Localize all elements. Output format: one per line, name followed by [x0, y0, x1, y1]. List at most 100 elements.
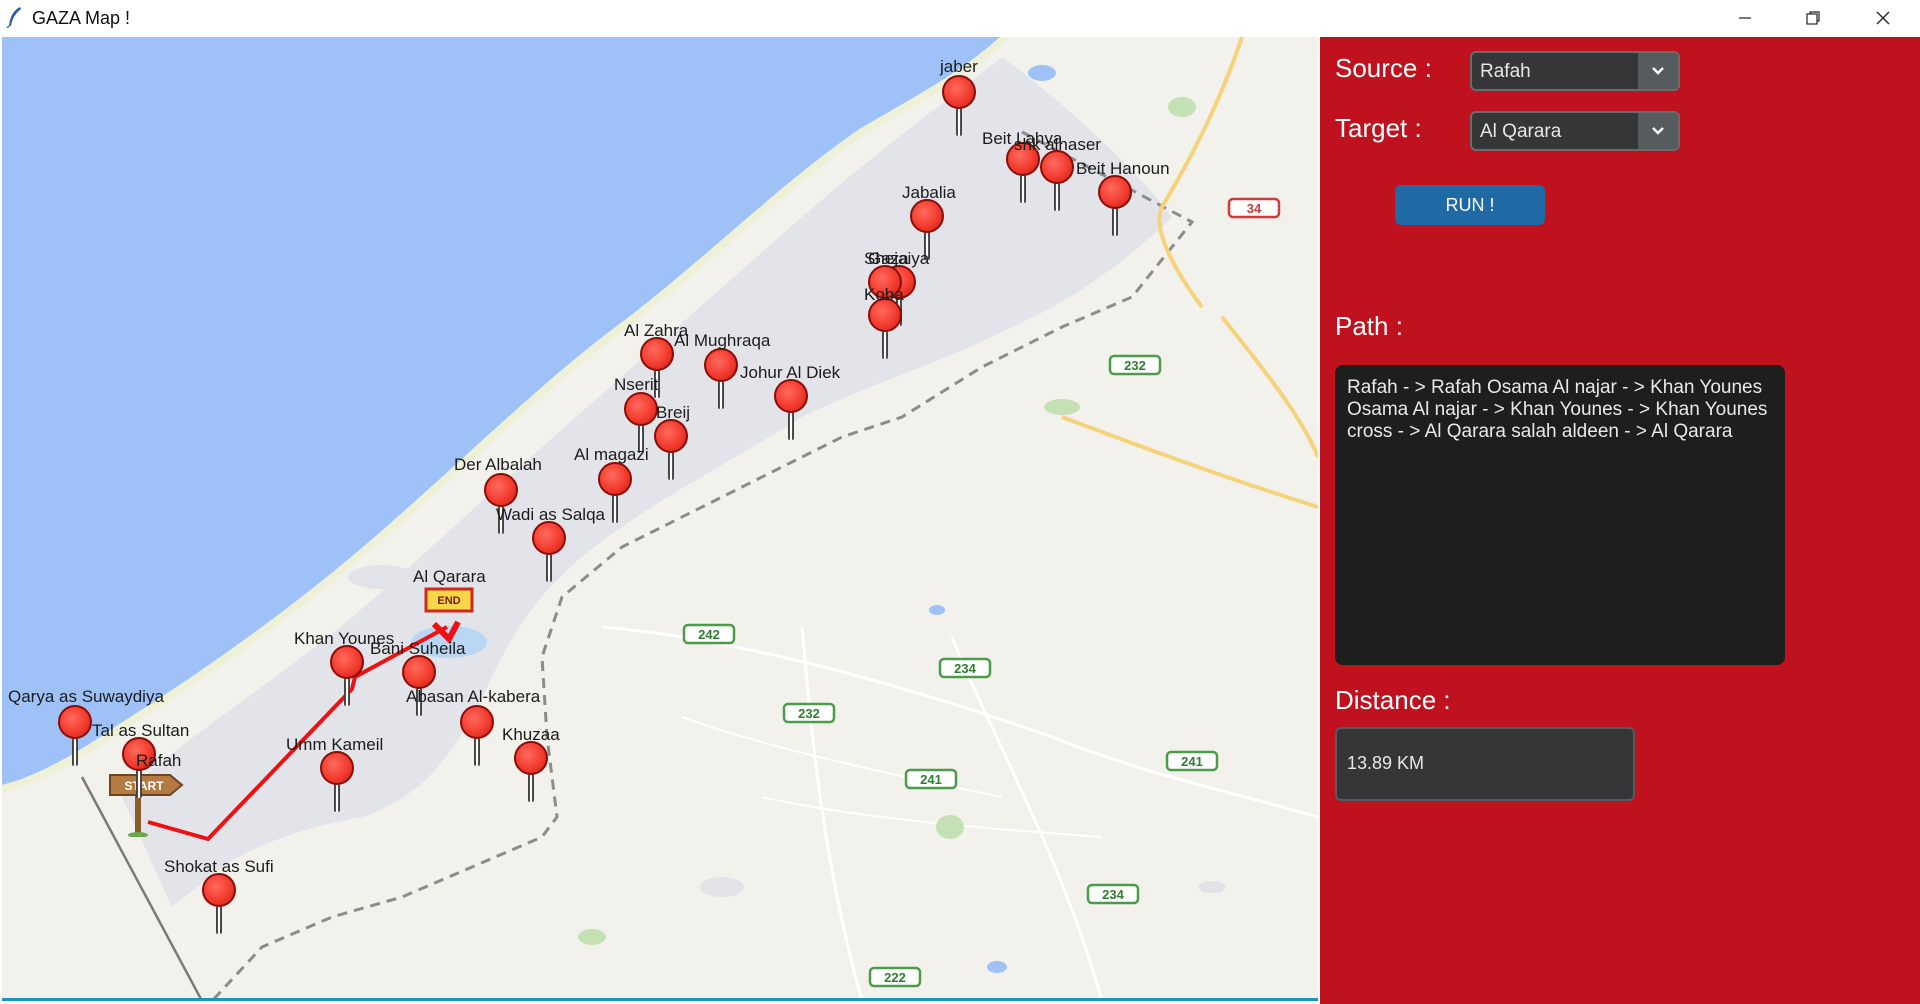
chevron-down-icon	[1652, 67, 1664, 75]
marker-pin-icon	[58, 705, 92, 739]
marker-stem	[1020, 175, 1026, 203]
location-marker[interactable]	[318, 751, 356, 812]
distance-field[interactable]: 13.89 KM	[1335, 727, 1635, 801]
marker-pin-icon	[514, 741, 548, 775]
marker-label: Der Albalah	[454, 455, 542, 474]
marker-stem	[956, 108, 962, 136]
road-badge-label: 241	[920, 772, 942, 787]
marker-pin-icon	[910, 199, 944, 233]
road-badge-label: 241	[1181, 754, 1203, 769]
distance-label: Distance :	[1335, 685, 1451, 715]
source-dropdown-button[interactable]	[1638, 53, 1678, 89]
marker-stem	[1054, 183, 1060, 211]
target-label: Target :	[1335, 113, 1422, 143]
path-textbox[interactable]: Rafah - > Rafah Osama Al najar - > Khan …	[1335, 365, 1785, 665]
road-badge-label: 234	[954, 661, 976, 676]
target-combobox[interactable]: Al Qarara	[1470, 111, 1680, 151]
road-badge-label: 234	[1102, 887, 1124, 902]
marker-stem	[216, 906, 222, 934]
marker-stem	[612, 495, 618, 523]
location-marker[interactable]	[512, 741, 550, 802]
marker-label: Umm Kameil	[286, 735, 384, 754]
location-marker[interactable]	[866, 298, 904, 359]
location-marker[interactable]	[652, 419, 690, 480]
target-dropdown-button[interactable]	[1638, 113, 1678, 149]
minimize-icon	[1739, 17, 1751, 19]
marker-pin-icon	[402, 655, 436, 689]
close-icon	[1876, 11, 1890, 25]
road-badge-label: 34	[1247, 201, 1262, 216]
marker-label: Al Qarara	[413, 567, 486, 586]
marker-stem	[72, 738, 78, 766]
path-text: Rafah - > Rafah Osama Al najar - > Khan …	[1347, 377, 1768, 442]
marker-label: Qarya as Suwaydiya	[8, 687, 164, 706]
marker-pin-icon	[654, 419, 688, 453]
restore-icon	[1806, 11, 1820, 25]
marker-label: Shokat as Sufi	[164, 857, 274, 876]
location-marker[interactable]	[530, 521, 568, 582]
marker-stem	[788, 412, 794, 440]
marker-stem	[344, 678, 350, 706]
marker-label: Wadi as Salqa	[496, 505, 605, 524]
marker-stem	[136, 770, 142, 798]
marker-stem	[334, 784, 340, 812]
marker-label: Gaza	[868, 249, 909, 268]
location-marker[interactable]	[56, 705, 94, 766]
window-title: GAZA Map !	[32, 8, 131, 28]
road-badge: 34 232 242 234 232 241 241 234 222	[682, 197, 1281, 988]
marker-pin-icon	[330, 645, 364, 679]
control-panel: Source : Rafah Target : Al Qarara RUN ! …	[1320, 37, 1920, 1004]
marker-pin-icon	[202, 873, 236, 907]
road-badge-label: 222	[884, 970, 906, 985]
marker-pin-icon	[320, 751, 354, 785]
marker-label: Al Mughraqa	[674, 331, 771, 350]
title-bar: GAZA Map !	[0, 0, 1920, 36]
minimize-button[interactable]	[1710, 0, 1780, 36]
feather-icon	[6, 7, 21, 28]
location-marker[interactable]	[702, 348, 740, 409]
source-combobox[interactable]: Rafah	[1470, 51, 1680, 91]
road-badge-label: 232	[798, 706, 820, 721]
marker-pin-icon	[598, 462, 632, 496]
location-marker[interactable]	[772, 379, 810, 440]
marker-pin-icon	[640, 337, 674, 371]
marker-label: Jabalia	[902, 183, 956, 202]
marker-pin-icon	[1040, 150, 1074, 184]
restore-button[interactable]	[1778, 0, 1848, 36]
close-button[interactable]	[1848, 0, 1918, 36]
gaza-map[interactable]: 34 232 242 234 232 241 241 234 222 END S	[2, 37, 1318, 1001]
marker-label: jaber	[940, 57, 978, 76]
marker-label: Breij	[656, 403, 691, 422]
marker-label: Tal as Sultan	[92, 721, 190, 740]
distance-value: 13.89 KM	[1347, 753, 1425, 773]
marker-label: Nserit	[614, 375, 659, 394]
source-value: Rafah	[1480, 61, 1531, 82]
road-badge-label: 242	[698, 627, 720, 642]
map-bottom-border	[2, 998, 1318, 1001]
marker-stem	[474, 738, 480, 766]
location-marker[interactable]	[1038, 150, 1076, 211]
marker-label: Johur Al Diek	[740, 363, 841, 382]
chevron-down-icon	[1652, 127, 1664, 135]
target-value: Al Qarara	[1480, 121, 1562, 142]
marker-label: Rafah	[136, 751, 182, 770]
location-marker[interactable]	[940, 75, 978, 136]
marker-stem	[718, 381, 724, 409]
location-marker[interactable]	[1096, 175, 1134, 236]
location-marker[interactable]	[328, 645, 366, 706]
location-marker[interactable]	[200, 873, 238, 934]
marker-label: Al magazi	[574, 445, 649, 464]
marker-stem	[882, 331, 888, 359]
marker-pin-icon	[532, 521, 566, 555]
path-label: Path :	[1335, 311, 1403, 341]
source-label: Source :	[1335, 53, 1432, 83]
marker-label: Koba	[864, 285, 904, 304]
run-button[interactable]: RUN !	[1395, 185, 1545, 225]
marker-pin-icon	[774, 379, 808, 413]
location-marker[interactable]	[458, 705, 496, 766]
marker-label: Beit Hanoun	[1076, 159, 1170, 178]
road-badge-label: 232	[1124, 358, 1146, 373]
marker-stem	[1112, 208, 1118, 236]
marker-pin-icon	[704, 348, 738, 382]
marker-label: shk alnaser	[1014, 135, 1101, 154]
